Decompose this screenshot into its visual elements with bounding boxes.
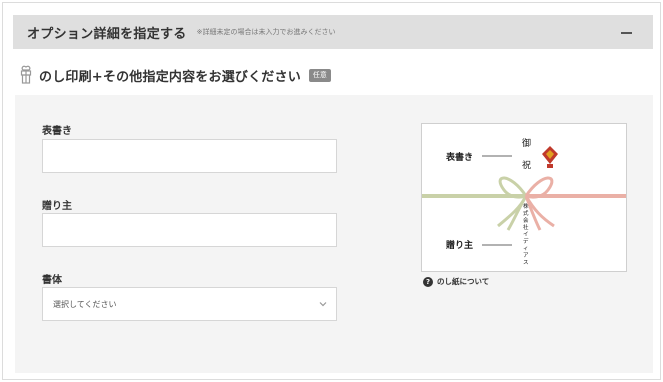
noshi-help-link[interactable]: ? のし紙について [423, 276, 489, 287]
panel-header[interactable]: オプション詳細を指定する ※詳細未定の場合は未入力でお進みください [13, 15, 653, 49]
minus-icon[interactable] [619, 24, 635, 40]
section-title-row: のし印刷+その他指定内容をお選びください 任意 [19, 63, 331, 87]
option-details-panel: オプション詳細を指定する ※詳細未定の場合は未入力でお進みください のし印刷+そ… [2, 2, 661, 380]
noshi-example-text-top-1: 御 [522, 139, 532, 149]
chevron-down-icon [319, 302, 327, 307]
omotegaki-label: 表書き [42, 126, 72, 137]
noshi-okurinushi-label: 贈り主 [446, 241, 474, 251]
noshi-omotegaki-label: 表書き [446, 153, 474, 163]
font-select[interactable]: 選択してください [42, 287, 337, 321]
optional-badge: 任意 [308, 68, 331, 82]
noshi-help-label: のし紙について [437, 277, 490, 286]
panel-note: ※詳細未定の場合は未入力でお進みください [196, 28, 336, 36]
panel-title: オプション詳細を指定する [27, 26, 187, 42]
noshi-example-image: 表書き 贈り主 御 祝 株式会社イディアス [421, 123, 627, 272]
noshi-example-text-top-2: 祝 [522, 161, 532, 171]
noshi-example-text-bottom: 株式会社イディアス [523, 204, 529, 266]
font-label: 書体 [42, 275, 62, 286]
omotegaki-input[interactable] [42, 139, 337, 173]
noshi-form-area: 表書き 贈り主 書体 選択してください 表書き 贈り主 御 祝 株式会社イディア… [15, 95, 653, 373]
okurinushi-label: 贈り主 [42, 201, 72, 212]
gift-icon [20, 65, 32, 84]
font-select-value: 選択してください [53, 299, 117, 309]
question-icon: ? [423, 276, 433, 287]
okurinushi-input[interactable] [42, 213, 337, 247]
section-title: のし印刷+その他指定内容をお選びください [39, 69, 301, 85]
